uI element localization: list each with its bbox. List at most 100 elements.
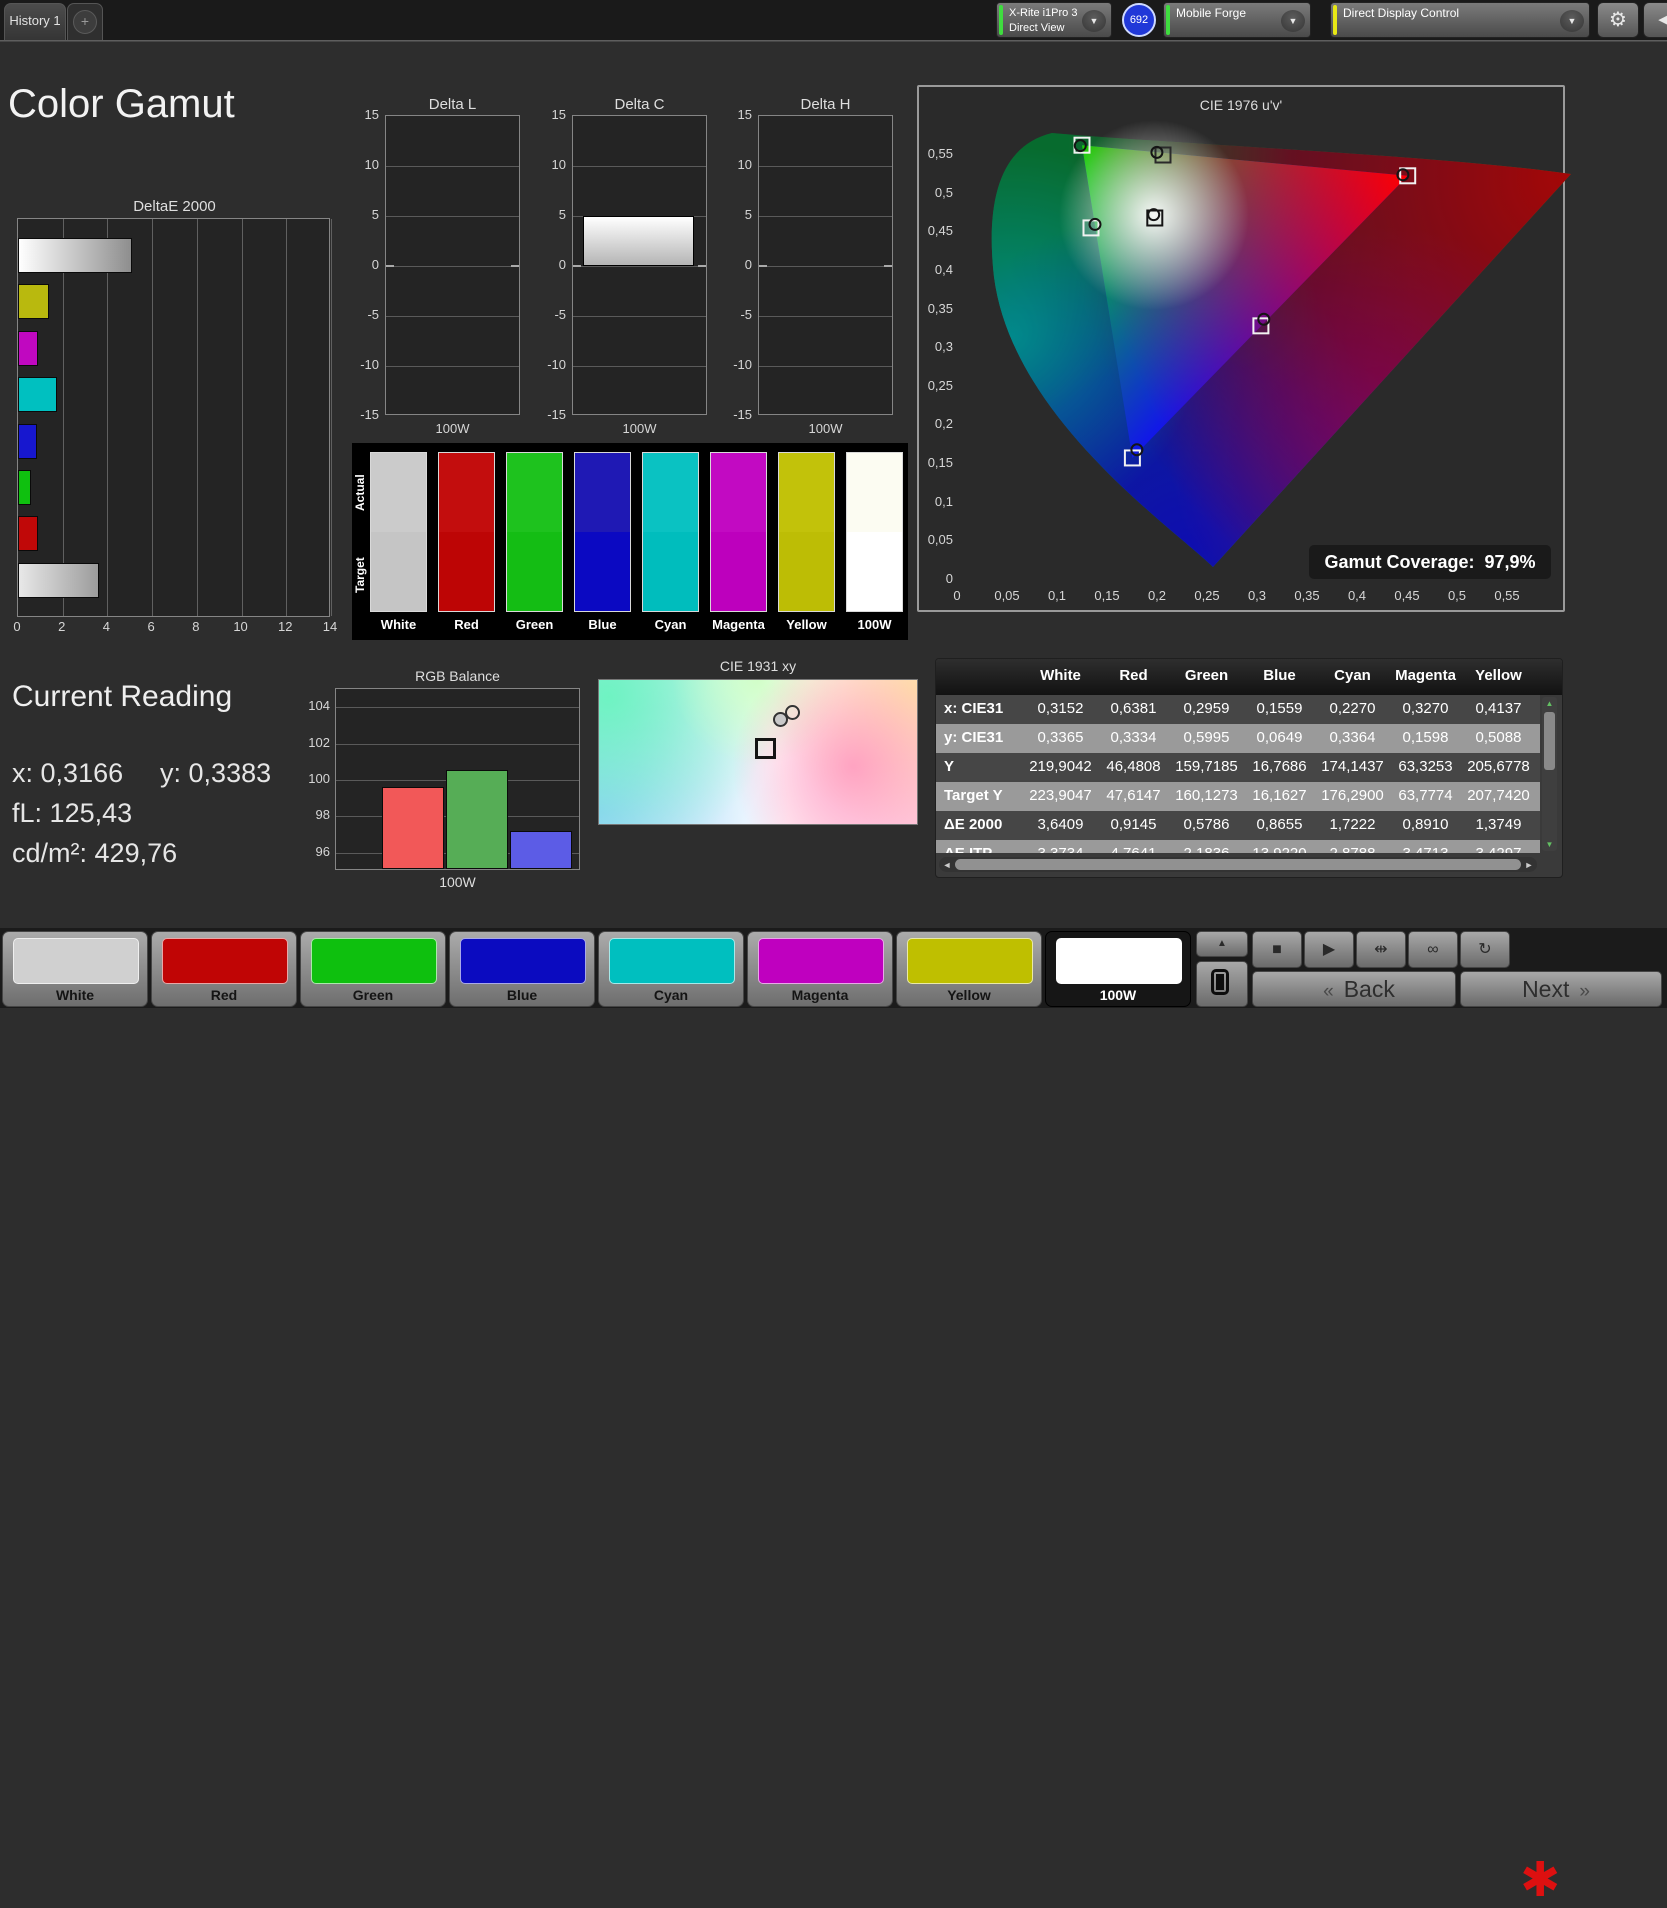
swatch-label: 100W: [857, 617, 892, 632]
pattern-status-indicator: [1166, 5, 1170, 35]
delta-zero-tick: [573, 265, 581, 267]
loop-infinite-button[interactable]: ∞: [1408, 931, 1458, 968]
table-col-header-cyan: Cyan: [1334, 667, 1371, 684]
repeat-icon: ↻: [1478, 941, 1492, 958]
cie1976-ytick-label: 0,15: [927, 455, 953, 471]
cie1976-ytick-label: 0,05: [927, 532, 953, 548]
delta-zero-tick: [511, 265, 519, 267]
deltae-bar-blue: [18, 423, 38, 459]
pattern-swatch-blue: [460, 938, 586, 984]
next-arrow-icon: »: [1579, 981, 1590, 1002]
table-cell: 0,2270: [1329, 700, 1376, 717]
swatch-label: White: [380, 617, 417, 632]
table-cell: 160,1273: [1175, 787, 1238, 804]
table-cell: 0,4137: [1475, 700, 1522, 717]
pattern-button-magenta[interactable]: Magenta: [747, 931, 893, 1007]
swatch-yellow-target: [779, 532, 834, 611]
cie1931-title: CIE 1931 xy: [719, 658, 797, 674]
table-row-label: y: CIE31: [944, 729, 1004, 746]
measurement-table: White Red Green Blue Cyan Magenta Yellow x: CI…: [935, 658, 1563, 878]
current-reading-cdm2: cd/m²: 429,76: [12, 838, 178, 868]
pattern-source-dropdown[interactable]: Mobile Forge ▼: [1163, 2, 1311, 38]
table-cell: 0,3364: [1329, 729, 1376, 746]
pattern-swatch-100w: [1056, 938, 1182, 984]
pattern-button-red[interactable]: Red: [151, 931, 297, 1007]
cie1976-ytick-label: 0: [945, 571, 953, 587]
play-button[interactable]: ▶: [1304, 931, 1354, 968]
stop-button[interactable]: ■: [1252, 931, 1302, 968]
pattern-button-100w[interactable]: 100W: [1045, 931, 1191, 1007]
pattern-list-up-button[interactable]: ▲: [1196, 931, 1248, 957]
delta-chart-plot: [572, 115, 707, 415]
delta-ytick-label: 15: [737, 107, 752, 122]
display-control-dropdown[interactable]: Direct Display Control ▼: [1330, 2, 1590, 38]
delta-chart-plot: [758, 115, 893, 415]
swatch-cyan-target: [643, 532, 698, 611]
rgb-ytick-label: 98: [315, 807, 330, 823]
table-cell: 46,4808: [1106, 758, 1161, 775]
table-row-label: Target Y: [944, 787, 1003, 804]
delta-ytick-label: 0: [558, 257, 566, 272]
delta-gridline: [573, 366, 706, 367]
pattern-button-white[interactable]: White: [2, 931, 148, 1007]
table-vertical-scrollbar[interactable]: ▲ ▼: [1542, 697, 1557, 851]
deltae-gridline: [241, 219, 243, 616]
table-col-header-yellow: Yellow: [1475, 667, 1522, 684]
table-row-label: ΔE ITP: [944, 845, 992, 853]
repeat-button[interactable]: ↻: [1460, 931, 1510, 968]
table-cell: 0,3152: [1037, 700, 1084, 717]
next-button[interactable]: Next»: [1460, 971, 1662, 1007]
scroll-down-icon[interactable]: ▼: [1542, 840, 1557, 849]
rgb-gridline: [336, 743, 579, 745]
scroll-up-icon[interactable]: ▲: [1542, 699, 1557, 708]
pattern-button-yellow[interactable]: Yellow: [896, 931, 1042, 1007]
play-icon: ▶: [1322, 941, 1336, 958]
deltae-xtick-label: 4: [102, 619, 111, 634]
tab-history-1[interactable]: History 1: [4, 3, 66, 40]
delta-gridline: [386, 216, 519, 217]
deltae-chart: DeltaE 2000 0 2 4 6 8 10 12 14: [13, 198, 337, 636]
delta-ytick-label: -15: [547, 407, 566, 422]
add-tab-button[interactable]: +: [67, 3, 103, 40]
pattern-button-green[interactable]: Green: [300, 931, 446, 1007]
deltae-xtick-label: 2: [58, 619, 66, 634]
deltae-xtick-label: 14: [322, 619, 338, 634]
table-cell: 223,9047: [1029, 787, 1092, 804]
chevron-down-icon: ▼: [1560, 10, 1584, 32]
delta-gridline: [759, 366, 892, 367]
deltae-xtick-label: 10: [233, 619, 248, 634]
rgb-balance-plot: [335, 688, 580, 870]
collapse-panel-button[interactable]: ◀: [1643, 2, 1667, 38]
delta-ytick-label: 0: [371, 257, 379, 272]
table-cell: 63,7774: [1398, 787, 1453, 804]
display-control-status-indicator: [1333, 5, 1337, 35]
deltae-xtick-label: 8: [192, 619, 200, 634]
meter-dropdown[interactable]: X-Rite i1Pro 3 Direct View ▼: [996, 2, 1112, 38]
plus-icon: +: [73, 10, 97, 34]
table-cell: 2,8788: [1316, 845, 1389, 853]
scroll-left-icon[interactable]: ◄: [942, 860, 952, 870]
hold-button[interactable]: ⇹: [1356, 931, 1406, 968]
settings-button[interactable]: ⚙: [1597, 2, 1639, 38]
pattern-button-cyan[interactable]: Cyan: [598, 931, 744, 1007]
cie1931-target-marker: [755, 738, 776, 759]
horizontal-scroll-thumb[interactable]: [955, 859, 1521, 870]
back-button[interactable]: «Back: [1252, 971, 1456, 1007]
delta-ytick-label: -5: [554, 307, 566, 322]
swatch-blue: [574, 452, 631, 612]
scroll-right-icon[interactable]: ►: [1524, 860, 1534, 870]
pattern-window-button[interactable]: [1196, 961, 1248, 1007]
pattern-button-label: Red: [210, 987, 238, 1003]
meter-status-indicator: [999, 5, 1003, 35]
table-cell: 63,3253: [1398, 758, 1453, 775]
pattern-button-blue[interactable]: Blue: [449, 931, 595, 1007]
delta-gridline: [759, 316, 892, 317]
delta-chart-delta-h: Delta H 15 10 5 0 -5 -10 -15 100W: [722, 96, 893, 441]
swatch-red-target: [439, 532, 494, 611]
table-horizontal-scrollbar[interactable]: ◄ ►: [939, 857, 1537, 872]
swatch-label: Cyan: [654, 617, 687, 632]
gear-icon: ⚙: [1609, 9, 1627, 31]
swatch-label: Magenta: [712, 617, 765, 632]
vertical-scroll-thumb[interactable]: [1544, 712, 1555, 770]
deltae-bar-cyan: [18, 377, 57, 413]
